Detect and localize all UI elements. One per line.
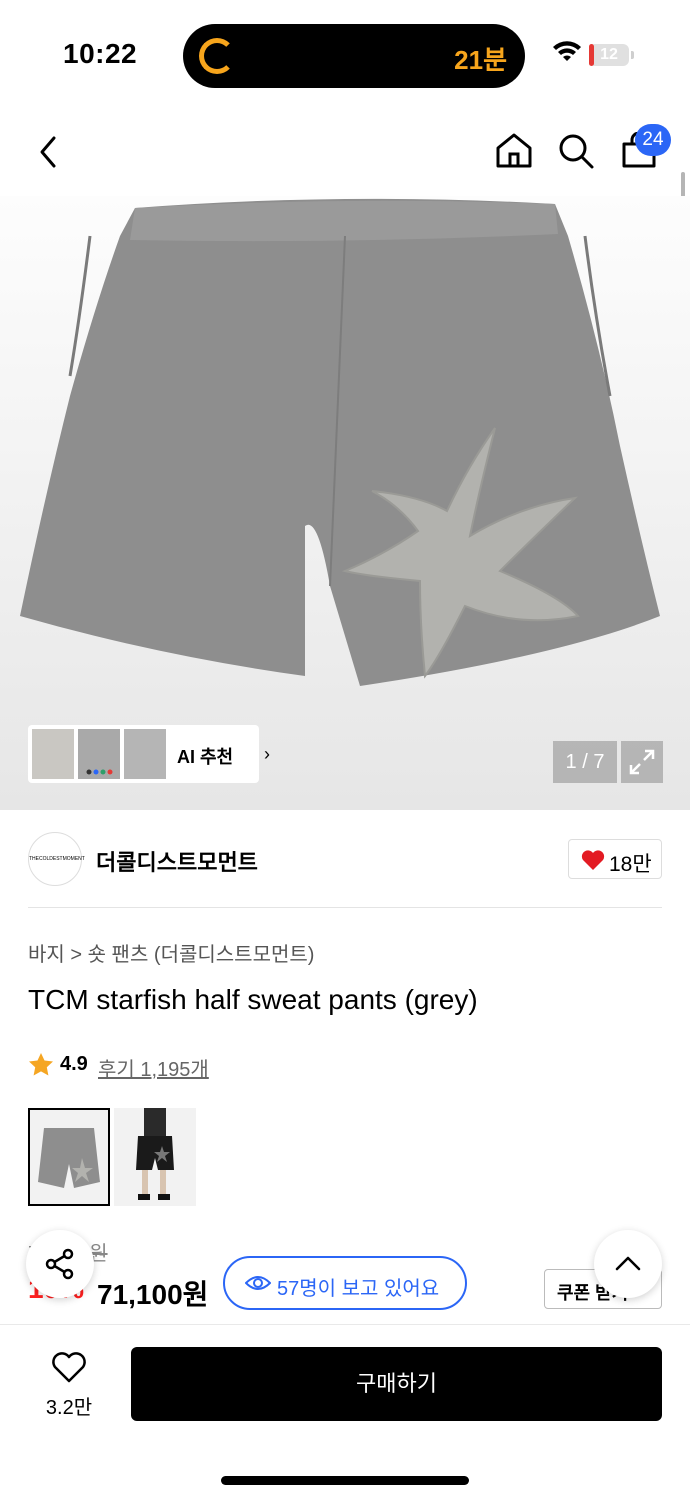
ai-recommend-strip[interactable]: AI 추천 › xyxy=(28,725,270,783)
scroll-top-button[interactable] xyxy=(594,1230,662,1298)
wifi-icon xyxy=(553,41,581,61)
home-icon[interactable] xyxy=(494,130,534,170)
option-thumbnail-selected[interactable] xyxy=(28,1108,110,1206)
shorts-illustration xyxy=(20,198,660,686)
cart-count-badge: 24 xyxy=(635,124,671,156)
color-dot xyxy=(100,769,106,775)
brand-like-count: 18만 xyxy=(609,853,652,876)
viewers-text: 57명이 보고 있어요 xyxy=(277,1278,440,1300)
color-dot xyxy=(86,769,92,775)
wishlist-count: 3.2만 xyxy=(45,1397,93,1419)
expand-icon xyxy=(629,749,655,775)
brand-logo-text: THECOLDESTMOMENT xyxy=(29,856,85,862)
strip-thumbnail[interactable] xyxy=(32,729,74,779)
color-dot xyxy=(107,769,113,775)
viewers-pill: 57명이 보고 있어요 xyxy=(223,1256,467,1310)
heart-filled-icon xyxy=(581,850,605,870)
breadcrumb[interactable]: 바지 > 숏 팬츠 (더콜디스트모먼트) xyxy=(28,938,314,967)
color-dot xyxy=(93,769,99,775)
expand-button[interactable] xyxy=(621,741,663,783)
star-icon xyxy=(29,1053,53,1076)
timer-icon xyxy=(199,38,235,74)
brand-name[interactable]: 더콜디스트모먼트 xyxy=(96,845,258,877)
bottom-bar: 3.2만 구매하기 xyxy=(0,1324,690,1500)
option-thumbnail[interactable] xyxy=(114,1108,196,1206)
rating-score: 4.9 xyxy=(60,1053,88,1075)
top-nav xyxy=(0,110,690,196)
search-icon[interactable] xyxy=(557,132,595,170)
chevron-up-icon xyxy=(615,1256,641,1271)
brand-row[interactable]: THECOLDESTMOMENT 더콜디스트모먼트 18만 xyxy=(0,810,690,908)
chevron-right-icon: › xyxy=(264,744,270,764)
dynamic-island[interactable]: 21분 xyxy=(183,24,525,88)
wishlist-button[interactable]: 3.2만 xyxy=(36,1351,102,1421)
share-button[interactable] xyxy=(26,1230,94,1298)
product-title: TCM starfish half sweat pants (grey) xyxy=(28,984,478,1015)
ai-recommend-label: AI 추천 xyxy=(177,747,234,767)
color-dots xyxy=(86,769,113,775)
share-icon xyxy=(45,1248,74,1280)
brand-logo[interactable]: THECOLDESTMOMENT xyxy=(28,832,85,886)
status-bar: 10:22 21분 12 xyxy=(0,0,690,110)
battery-cap xyxy=(631,51,634,59)
battery-percent: 12 xyxy=(600,46,618,63)
battery-icon: 12 xyxy=(589,44,629,66)
image-counter: 1 / 7 xyxy=(553,741,617,783)
live-activity-text: 21분 xyxy=(454,45,507,75)
back-icon[interactable] xyxy=(32,132,68,172)
eye-icon xyxy=(245,1276,271,1290)
sale-price: 71,100원 xyxy=(97,1279,209,1310)
buy-button[interactable]: 구매하기 xyxy=(131,1347,662,1421)
product-image[interactable] xyxy=(0,196,690,810)
divider xyxy=(28,907,662,908)
review-link[interactable]: 후기 1,195개 xyxy=(98,1053,209,1082)
heart-icon xyxy=(52,1352,86,1383)
option-image xyxy=(38,1128,100,1188)
status-time: 10:22 xyxy=(63,38,138,69)
strip-thumbnail[interactable] xyxy=(124,729,166,779)
brand-like-button[interactable]: 18만 xyxy=(568,839,662,879)
option-image xyxy=(136,1108,174,1200)
home-indicator[interactable] xyxy=(221,1476,469,1485)
